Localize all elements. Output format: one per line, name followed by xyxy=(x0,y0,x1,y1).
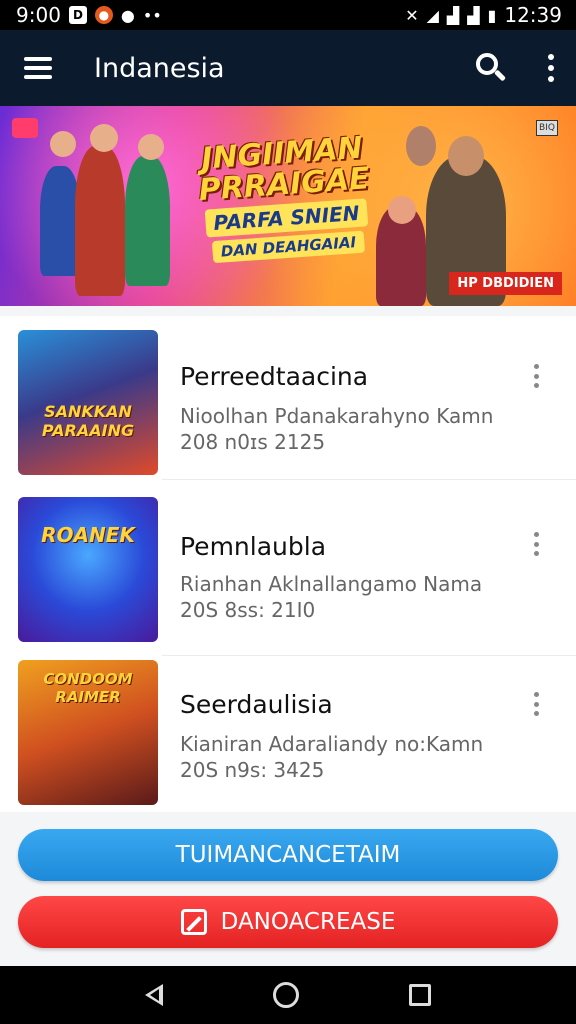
overflow-menu-icon[interactable] xyxy=(546,54,556,82)
game-thumbnail[interactable]: SANKKAN PARAAING xyxy=(18,330,158,475)
item-meta: 208 n0ɪs 2125 xyxy=(180,430,326,454)
back-icon[interactable] xyxy=(145,984,163,1006)
item-title: Pemnlaubla xyxy=(180,532,327,561)
game-thumbnail[interactable]: ROANEK xyxy=(18,497,158,642)
system-nav-bar xyxy=(0,966,576,1024)
item-meta: 20S n9s: 3425 xyxy=(180,758,325,782)
list-item[interactable]: SANKKAN PARAAING Perreedtaacina Nioolhan… xyxy=(0,316,576,480)
item-overflow-icon[interactable] xyxy=(534,532,540,556)
status-bar: 9:00 D ● ● •• ✕ ◢ ▟ ▟ ▮ 12:39 xyxy=(0,0,576,30)
mute-icon: ✕ xyxy=(405,5,419,25)
primary-action-label: TUIMANCANCETAIM xyxy=(175,842,401,868)
secondary-action-label: DANOACREASE xyxy=(220,909,396,935)
notification-game-icon: ● xyxy=(94,6,113,24)
banner-heroes-left xyxy=(30,124,190,306)
banner-headline: JNGIIMAN PRRAIGAE PARFA SNIEN DAN DEAHGA… xyxy=(176,129,394,265)
banner-subtitle-line2: DAN DEAHGAIAI xyxy=(212,230,365,264)
notification-app-icon: D xyxy=(68,6,87,24)
search-icon[interactable] xyxy=(474,51,508,85)
more-notifications-icon: •• xyxy=(142,5,162,25)
hamburger-menu-icon[interactable] xyxy=(24,57,52,79)
recent-apps-icon[interactable] xyxy=(409,984,431,1006)
list-item[interactable]: ROANEK Pemnlaubla Rianhan Aklnallangamo … xyxy=(0,494,576,656)
status-right: ✕ ◢ ▟ ▟ ▮ 12:39 xyxy=(405,3,562,27)
item-title: Seerdaulisia xyxy=(180,690,333,719)
thumbnail-label: SANKKAN PARAAING xyxy=(41,402,135,440)
status-left: 9:00 D ● ● •• xyxy=(16,3,162,27)
item-meta: 20S 8ss: 21I0 xyxy=(180,598,316,622)
app-bar: Indanesia xyxy=(0,30,576,106)
primary-action-button[interactable]: TUIMANCANCETAIM xyxy=(18,829,558,881)
signal-secondary-icon: ▟ xyxy=(467,5,480,25)
notification-shield-icon: ● xyxy=(120,5,135,25)
item-overflow-icon[interactable] xyxy=(534,692,540,716)
item-title: Perreedtaacina xyxy=(180,362,369,391)
banner-corner-tag: HP DBDIDIEN xyxy=(449,272,562,295)
item-overflow-icon[interactable] xyxy=(534,364,540,388)
game-thumbnail[interactable]: CONDOOM RAIMER xyxy=(18,660,158,805)
bottom-actions: TUIMANCANCETAIM DANOACREASE xyxy=(0,818,576,966)
secondary-action-button[interactable]: DANOACREASE xyxy=(18,896,558,948)
status-time-left: 9:00 xyxy=(16,3,61,27)
battery-icon: ▮ xyxy=(487,5,497,25)
edit-icon xyxy=(180,909,207,935)
signal-icon: ▟ xyxy=(446,5,460,25)
item-subtitle: Rianhan Aklnallangamo Nama xyxy=(180,572,483,596)
divider xyxy=(162,479,576,480)
wifi-icon: ◢ xyxy=(426,5,439,25)
list-item[interactable]: CONDOOM RAIMER Seerdaulisia Kianiran Ada… xyxy=(0,656,576,812)
home-icon[interactable] xyxy=(273,982,299,1008)
app-title: Indanesia xyxy=(94,52,225,84)
status-time-right: 12:39 xyxy=(504,3,562,27)
item-subtitle: Kianiran Adaraliandy no:Kamn xyxy=(180,732,484,756)
thumbnail-label: CONDOOM RAIMER xyxy=(43,670,133,706)
thumbnail-label: ROANEK xyxy=(41,523,135,547)
item-subtitle: Nioolhan Pdanakarahyno Kamn xyxy=(180,404,494,428)
promo-banner[interactable]: BIQ JNGIIMAN PRRAIGAE PARFA SNIEN DAN DE… xyxy=(0,106,576,306)
game-list: SANKKAN PARAAING Perreedtaacina Nioolhan… xyxy=(0,316,576,812)
